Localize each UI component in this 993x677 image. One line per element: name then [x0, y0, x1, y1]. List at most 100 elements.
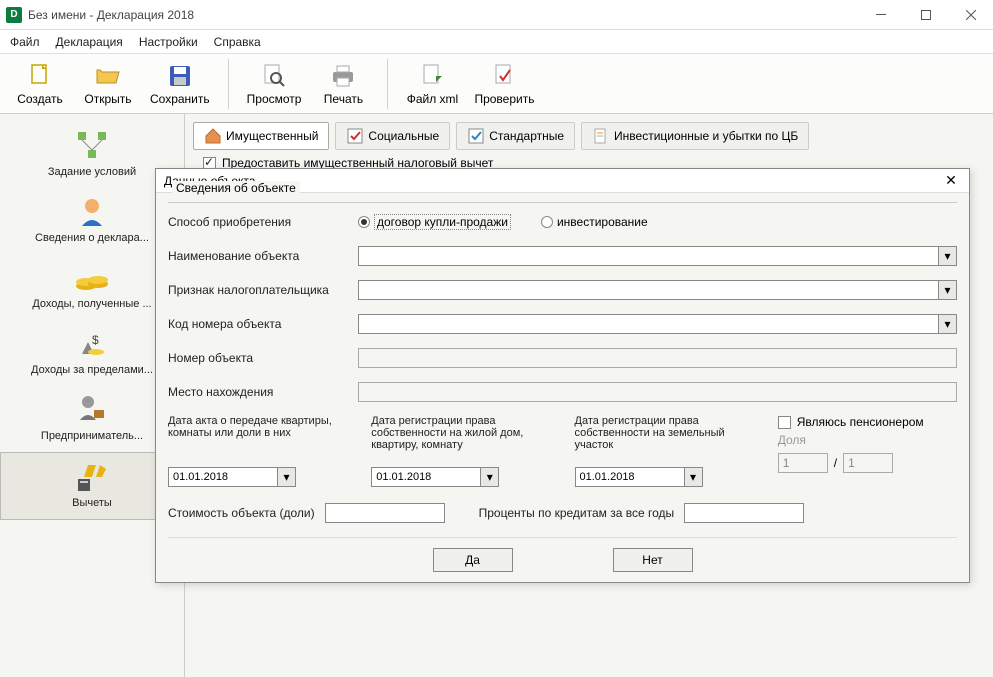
radio-invest-label: инвестирование — [557, 215, 648, 229]
open-button[interactable]: Открыть — [78, 58, 138, 110]
nav-conditions-label: Задание условий — [48, 166, 136, 178]
cost-input[interactable] — [325, 503, 445, 523]
taxpayer-sign-label: Признак налогоплательщика — [168, 283, 358, 297]
dialog-close-button[interactable]: ✕ — [941, 171, 961, 191]
document-icon — [592, 127, 610, 145]
tab-standard[interactable]: Стандартные — [456, 122, 575, 150]
conditions-icon — [74, 128, 110, 164]
toolbar-separator — [228, 59, 229, 109]
menu-settings[interactable]: Настройки — [139, 35, 198, 49]
obj-name-dropdown[interactable]: ▾ — [939, 246, 957, 266]
tab-social-label: Социальные — [368, 129, 439, 143]
date-act-label: Дата акта о передаче квартиры, комнаты и… — [168, 415, 347, 463]
tab-row: Имущественный Социальные Стандартные Инв… — [193, 122, 985, 150]
tab-invest[interactable]: Инвестиционные и убытки по ЦБ — [581, 122, 809, 150]
print-icon — [329, 62, 357, 90]
date-reg-house-dropdown[interactable]: ▾ — [481, 467, 499, 487]
fieldset-legend: Сведения об объекте — [172, 181, 300, 195]
house-icon — [204, 127, 222, 145]
menubar: Файл Декларация Настройки Справка — [0, 30, 993, 54]
date-reg-land-label: Дата регистрации права собственности на … — [575, 415, 754, 463]
fraction-slash: / — [834, 456, 837, 470]
tab-social[interactable]: Социальные — [335, 122, 450, 150]
nav-declarant-label: Сведения о деклара... — [35, 232, 149, 244]
xml-label: Файл xml — [407, 92, 459, 106]
number-label: Номер объекта — [168, 351, 358, 365]
check-file-icon — [490, 62, 518, 90]
business-icon — [74, 392, 110, 428]
taxpayer-sign-dropdown[interactable]: ▾ — [939, 280, 957, 300]
print-button[interactable]: Печать — [313, 58, 373, 110]
object-data-dialog: Данные объекта ✕ Сведения об объекте Спо… — [155, 168, 970, 583]
create-button[interactable]: Создать — [10, 58, 70, 110]
new-file-icon — [26, 62, 54, 90]
obj-name-label: Наименование объекта — [168, 249, 358, 263]
code-dropdown[interactable]: ▾ — [939, 314, 957, 334]
declarant-icon — [74, 194, 110, 230]
menu-file[interactable]: Файл — [10, 35, 40, 49]
code-input[interactable] — [358, 314, 939, 334]
date-reg-house-input[interactable] — [371, 467, 481, 487]
save-icon — [166, 62, 194, 90]
income-icon — [74, 260, 110, 296]
preview-label: Просмотр — [247, 92, 302, 106]
radio-dot-icon — [358, 216, 370, 228]
date-act-dropdown[interactable]: ▾ — [278, 467, 296, 487]
code-label: Код номера объекта — [168, 317, 358, 331]
menu-declaration[interactable]: Декларация — [56, 35, 123, 49]
share-label: Доля — [778, 433, 957, 447]
share-denominator-input[interactable] — [843, 453, 893, 473]
taxpayer-sign-input[interactable] — [358, 280, 939, 300]
print-label: Печать — [324, 92, 363, 106]
obj-name-input[interactable] — [358, 246, 939, 266]
radio-invest[interactable]: инвестирование — [541, 214, 648, 230]
number-input[interactable] — [358, 348, 957, 368]
nav-business-label: Предприниматель... — [41, 430, 143, 442]
save-button[interactable]: Сохранить — [146, 58, 214, 110]
create-label: Создать — [17, 92, 63, 106]
cost-label: Стоимость объекта (доли) — [168, 506, 315, 520]
nav-income-label: Доходы, полученные ... — [32, 298, 151, 310]
yes-button[interactable]: Да — [433, 548, 513, 572]
checkbox-icon — [467, 127, 485, 145]
radio-purchase-label: договор купли-продажи — [374, 214, 511, 230]
close-icon — [966, 10, 976, 20]
menu-help[interactable]: Справка — [214, 35, 261, 49]
date-reg-house-label: Дата регистрации права собственности на … — [371, 415, 550, 463]
preview-icon — [260, 62, 288, 90]
pensioner-checkbox[interactable]: Являюсь пенсионером — [778, 415, 957, 429]
titlebar: D Без имени - Декларация 2018 — [0, 0, 993, 30]
share-numerator-input[interactable] — [778, 453, 828, 473]
tab-property-label: Имущественный — [226, 129, 318, 143]
close-button[interactable] — [948, 0, 993, 30]
acq-method-label: Способ приобретения — [168, 215, 358, 229]
tab-invest-label: Инвестиционные и убытки по ЦБ — [614, 129, 798, 143]
minimize-icon — [876, 14, 886, 15]
nav-abroad-label: Доходы за пределами... — [31, 364, 153, 376]
folder-open-icon — [94, 62, 122, 90]
xml-button[interactable]: Файл xml — [402, 58, 462, 110]
save-label: Сохранить — [150, 92, 210, 106]
open-label: Открыть — [84, 92, 131, 106]
nav-deductions-label: Вычеты — [72, 497, 112, 509]
tab-property[interactable]: Имущественный — [193, 122, 329, 150]
minimize-button[interactable] — [858, 0, 903, 30]
location-label: Место нахождения — [168, 385, 358, 399]
date-reg-land-dropdown[interactable]: ▾ — [685, 467, 703, 487]
location-input[interactable] — [358, 382, 957, 402]
app-icon: D — [6, 7, 22, 23]
pensioner-label: Являюсь пенсионером — [797, 415, 924, 429]
date-reg-land-input[interactable] — [575, 467, 685, 487]
radio-purchase[interactable]: договор купли-продажи — [358, 214, 511, 230]
date-act-input[interactable] — [168, 467, 278, 487]
checkbox-icon — [778, 416, 791, 429]
percent-input[interactable] — [684, 503, 804, 523]
no-button[interactable]: Нет — [613, 548, 693, 572]
check-label: Проверить — [474, 92, 534, 106]
svg-text:$: $ — [92, 333, 99, 347]
preview-button[interactable]: Просмотр — [243, 58, 306, 110]
abroad-icon: $ — [74, 326, 110, 362]
maximize-button[interactable] — [903, 0, 948, 30]
toolbar: Создать Открыть Сохранить Просмотр Печат… — [0, 54, 993, 114]
check-button[interactable]: Проверить — [470, 58, 538, 110]
